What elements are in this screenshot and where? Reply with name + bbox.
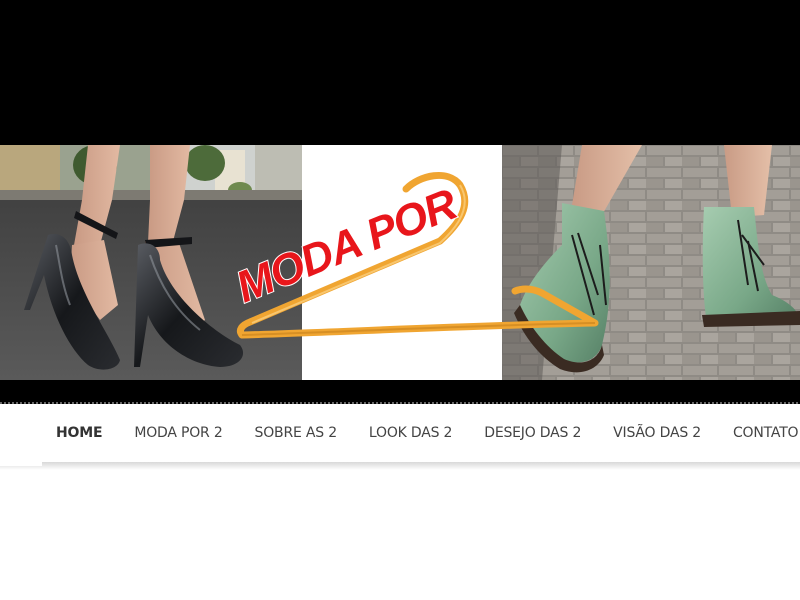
content-area bbox=[0, 470, 800, 600]
header-black-band bbox=[0, 0, 800, 145]
nav-item-sobre-as-2[interactable]: SOBRE AS 2 bbox=[255, 425, 338, 441]
site-logo[interactable]: MODA POR bbox=[230, 165, 610, 345]
nav-item-desejo-das-2[interactable]: DESEJO DAS 2 bbox=[484, 425, 581, 441]
nav-shadow bbox=[0, 462, 800, 470]
main-nav: HOME MODA POR 2 SOBRE AS 2 LOOK DAS 2 DE… bbox=[0, 404, 800, 462]
nav-item-visao-das-2[interactable]: VISÃO DAS 2 bbox=[613, 425, 701, 441]
nav-shadow-gap bbox=[0, 462, 42, 466]
nav-item-moda-por-2[interactable]: MODA POR 2 bbox=[134, 425, 222, 441]
header-banner[interactable]: MODA POR bbox=[0, 145, 800, 380]
nav-item-look-das-2[interactable]: LOOK DAS 2 bbox=[369, 425, 453, 441]
banner-bottom-band bbox=[0, 380, 800, 404]
nav-item-home[interactable]: HOME bbox=[56, 425, 103, 441]
nav-item-contato[interactable]: CONTATO bbox=[733, 425, 799, 441]
page: MODA POR HOME MODA POR 2 SOBRE AS 2 LOOK… bbox=[0, 0, 800, 600]
